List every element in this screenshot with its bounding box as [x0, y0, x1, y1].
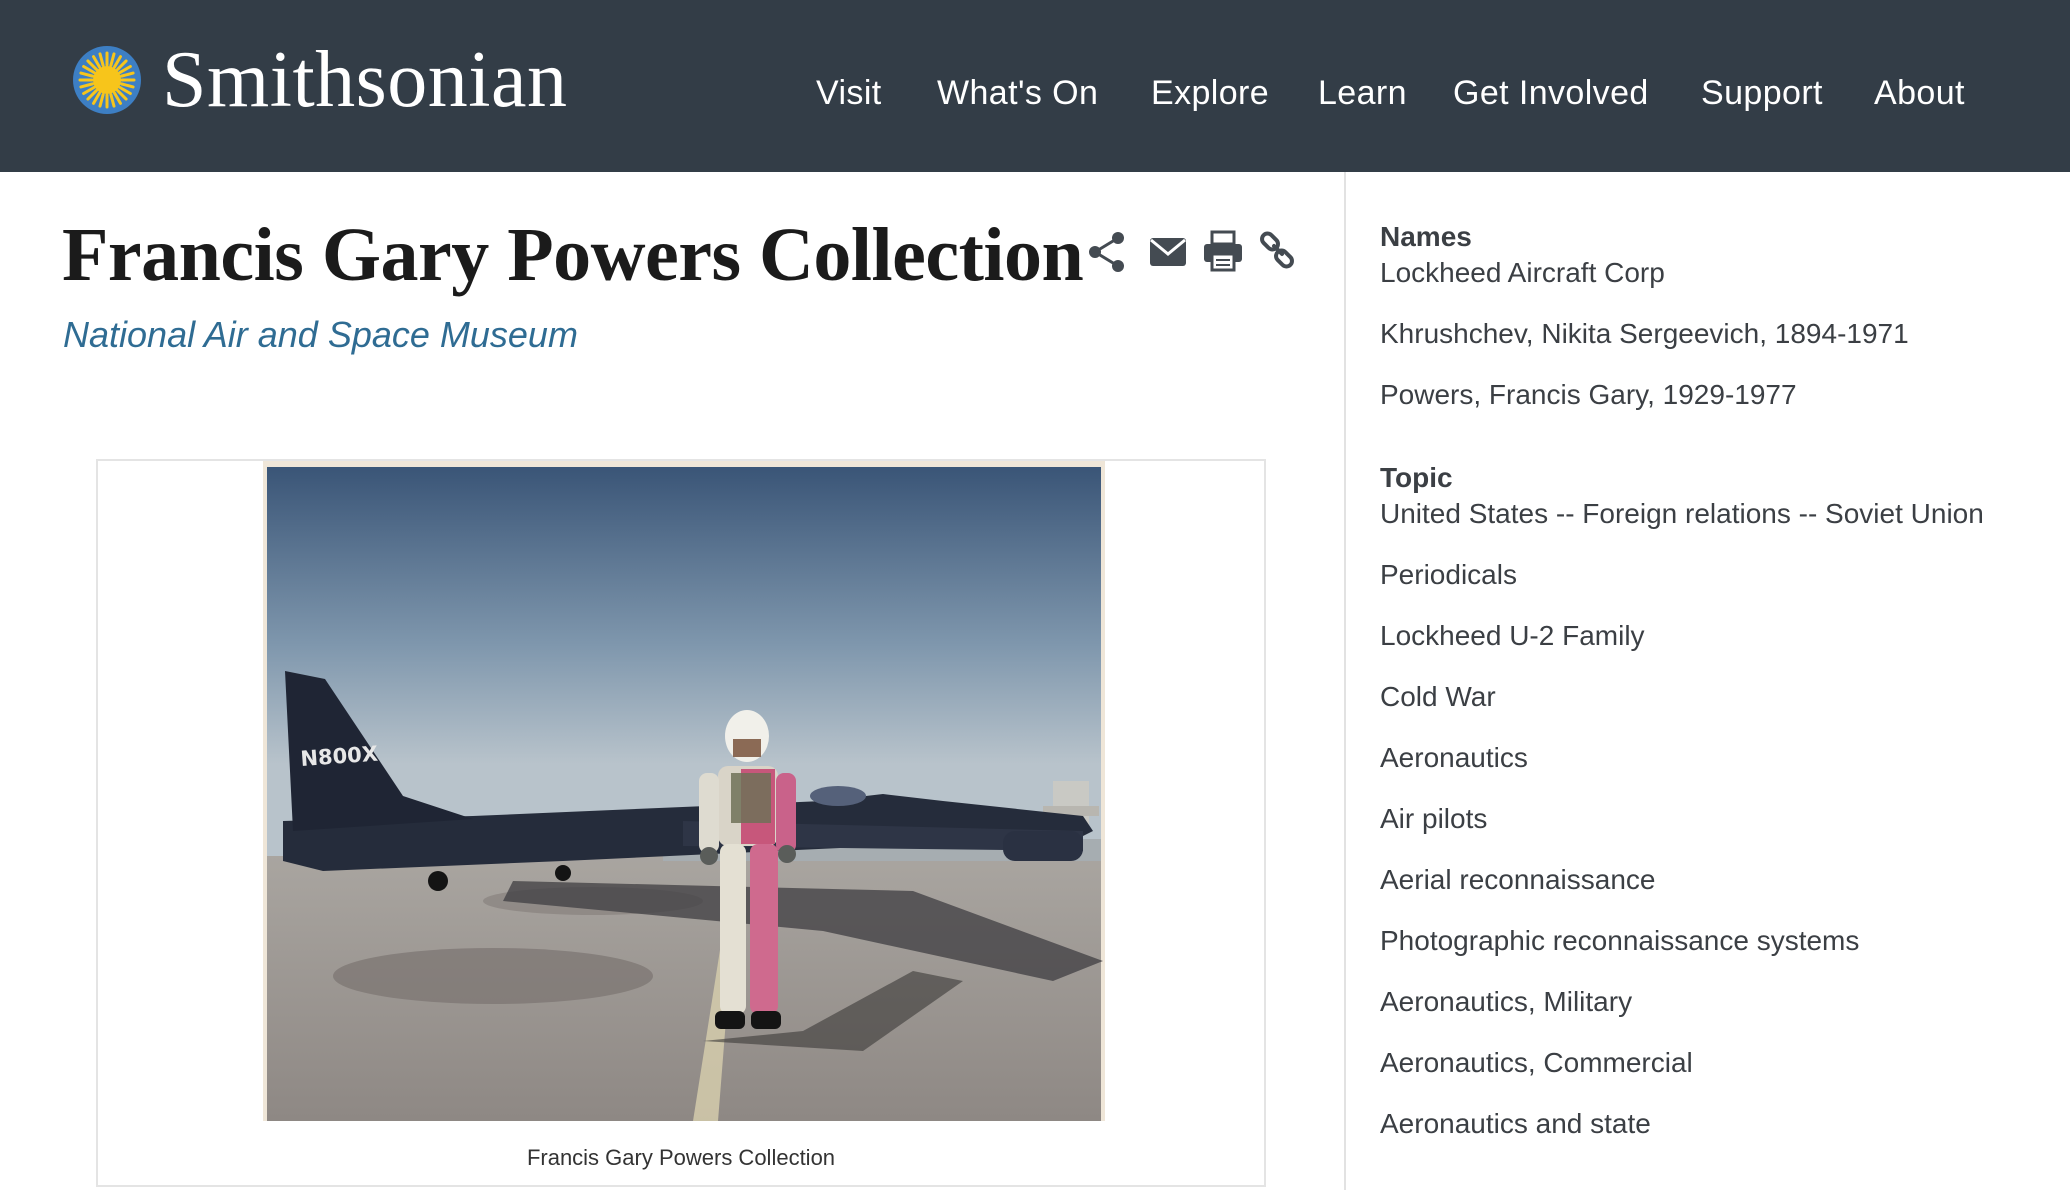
- nav-support[interactable]: Support: [1701, 74, 1823, 113]
- name-link[interactable]: Powers, Francis Gary, 1929-1977: [1380, 378, 2040, 439]
- column-divider: [1344, 172, 1346, 1190]
- nav-visit[interactable]: Visit: [816, 74, 882, 113]
- name-link[interactable]: Lockheed Aircraft Corp: [1380, 256, 2040, 317]
- email-icon[interactable]: [1148, 230, 1192, 274]
- topic-link[interactable]: Aerial reconnaissance: [1380, 863, 2040, 924]
- nav-explore[interactable]: Explore: [1151, 74, 1269, 113]
- topic-link[interactable]: Aeronautics and state: [1380, 1107, 2040, 1168]
- topic-link[interactable]: Cold War: [1380, 680, 2040, 741]
- topic-link[interactable]: Lockheed U-2 Family: [1380, 619, 2040, 680]
- site-header: Smithsonian Visit What's On Explore Lear…: [0, 0, 2070, 172]
- print-icon[interactable]: [1202, 230, 1246, 274]
- nav-learn[interactable]: Learn: [1318, 74, 1407, 113]
- record-figure: N800X Francis Gary Powers Collection: [96, 459, 1266, 1187]
- topic-link[interactable]: Aeronautics: [1380, 741, 2040, 802]
- collection-photo[interactable]: N800X: [263, 461, 1105, 1121]
- names-heading: Names: [1380, 221, 1472, 252]
- main-nav: Visit What's On Explore Learn Get Involv…: [0, 74, 2070, 124]
- topic-link[interactable]: Aeronautics, Military: [1380, 985, 2040, 1046]
- names-list: Lockheed Aircraft Corp Khrushchev, Nikita…: [1380, 256, 2040, 439]
- record-metadata: Names Lockheed Aircraft Corp Khrushchev, …: [1380, 218, 2040, 1168]
- topic-link[interactable]: Aeronautics, Commercial: [1380, 1046, 2040, 1107]
- link-icon[interactable]: [1258, 230, 1302, 274]
- nav-about[interactable]: About: [1874, 74, 1965, 113]
- name-link[interactable]: Khrushchev, Nikita Sergeevich, 1894-1971: [1380, 317, 2040, 378]
- page-title: Francis Gary Powers Collection: [62, 213, 1084, 297]
- nav-whats-on[interactable]: What's On: [937, 74, 1098, 113]
- topic-link[interactable]: United States -- Foreign relations -- So…: [1380, 497, 2040, 558]
- topic-link[interactable]: Periodicals: [1380, 558, 2040, 619]
- museum-unit-link[interactable]: National Air and Space Museum: [63, 314, 578, 356]
- topic-list: United States -- Foreign relations -- So…: [1380, 497, 2040, 1168]
- u2-pilot-photo: N800X: [263, 461, 1105, 1121]
- topic-link[interactable]: Air pilots: [1380, 802, 2040, 863]
- nav-get-involved[interactable]: Get Involved: [1453, 74, 1649, 113]
- photo-caption: Francis Gary Powers Collection: [526, 1145, 836, 1170]
- topic-link[interactable]: Photographic reconnaissance systems: [1380, 924, 2040, 985]
- share-icon[interactable]: [1086, 230, 1130, 274]
- topic-heading: Topic: [1380, 462, 1453, 493]
